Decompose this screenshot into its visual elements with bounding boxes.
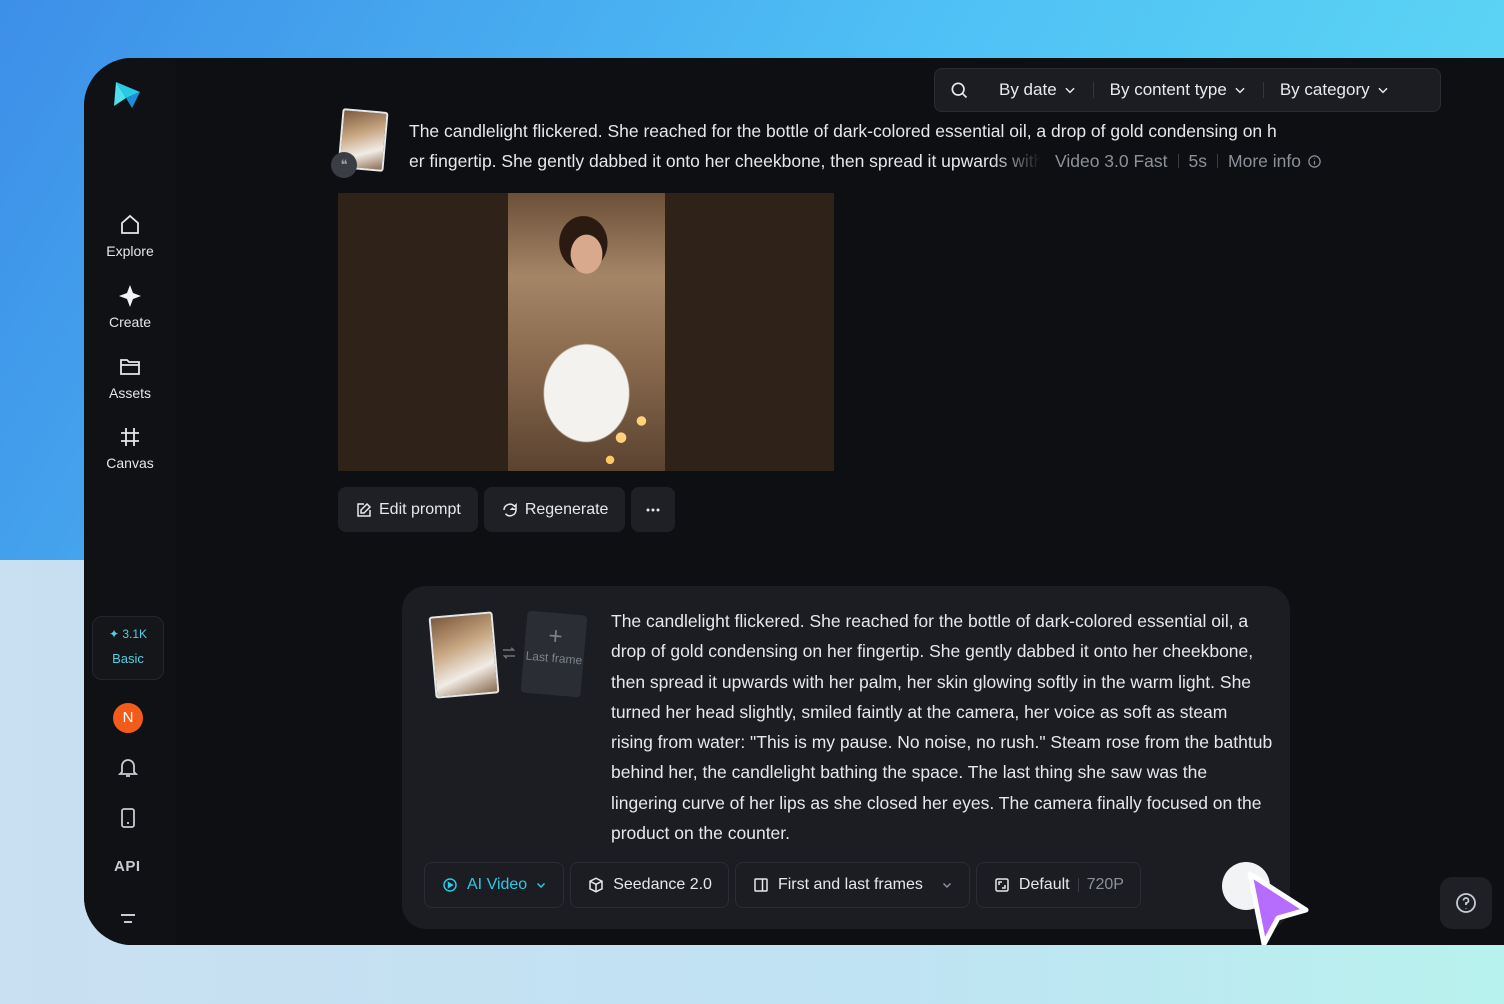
credits-badge[interactable]: ✦ 3.1K Basic <box>92 616 164 680</box>
regenerate-button[interactable]: Regenerate <box>483 487 626 532</box>
divider <box>1077 878 1079 892</box>
sidebar-item-assets[interactable]: Assets <box>84 355 176 401</box>
logo-icon[interactable] <box>110 76 146 112</box>
duration-label: 5s <box>1188 151 1208 171</box>
app-window: Explore Create Assets Canvas ✦ 3.1K Basi… <box>84 58 1504 945</box>
filter-by-content-type[interactable]: By content type <box>1094 68 1263 112</box>
mobile-icon[interactable] <box>116 806 140 830</box>
frames-mode-selector[interactable]: First and last frames <box>734 862 970 908</box>
credits-value: 3.1K <box>122 627 148 641</box>
avatar[interactable]: N <box>113 703 143 733</box>
ratio-label: Default <box>1018 876 1070 893</box>
prompt-line: er fingertip. She gently dabbed it onto … <box>409 151 1041 171</box>
more-icon <box>646 508 660 511</box>
menu-icon[interactable] <box>116 907 140 931</box>
quote-icon: ❝ <box>331 152 357 178</box>
filter-bar: By date By content type By category <box>934 68 1441 112</box>
sidebar-item-label: Canvas <box>106 455 154 471</box>
prompt-composer: + Last frame The candlelight flickered. … <box>402 586 1290 929</box>
more-info-label: More info <box>1228 151 1301 171</box>
info-icon <box>1308 154 1321 168</box>
chevron-down-icon <box>537 882 546 889</box>
generation-meta: Video 3.0 Fast 5s More info <box>1055 146 1322 176</box>
chevron-down-icon <box>1235 87 1245 94</box>
filter-label: By category <box>1279 80 1370 99</box>
canvas-icon <box>121 428 139 446</box>
sparkle-icon <box>119 285 141 307</box>
home-icon <box>121 214 139 234</box>
chevron-down-icon <box>1065 87 1075 94</box>
more-options-button[interactable] <box>631 487 676 532</box>
first-frame-thumbnail[interactable] <box>428 611 500 699</box>
edit-icon <box>357 502 372 517</box>
divider <box>1217 154 1219 168</box>
sidebar-item-canvas[interactable]: Canvas <box>84 425 176 471</box>
search-icon <box>951 82 968 99</box>
video-frame-image <box>508 193 665 471</box>
help-icon <box>1456 893 1476 913</box>
chevron-down-icon <box>1378 87 1388 94</box>
more-info-link[interactable]: More info <box>1228 146 1322 176</box>
frames-mode-label: First and last frames <box>777 876 923 893</box>
composer-toolbar: AI Video Seedance 2.0 First and last fra… <box>424 862 1141 908</box>
last-frame-upload[interactable]: + Last frame <box>520 610 588 698</box>
edit-prompt-button[interactable]: Edit prompt <box>338 487 478 532</box>
help-button[interactable] <box>1440 877 1492 929</box>
prompt-line: The candlelight flickered. She reached f… <box>409 121 1277 141</box>
sidebar-item-label: Assets <box>108 385 151 401</box>
plan-label: Basic <box>112 651 144 666</box>
generation-prompt: The candlelight flickered. She reached f… <box>409 116 1339 176</box>
model-label: Seedance 2.0 <box>613 876 712 893</box>
generated-video[interactable] <box>338 193 834 471</box>
resolution-label: 720P <box>1086 876 1124 893</box>
prompt-input[interactable]: The candlelight flickered. She reached f… <box>611 606 1273 848</box>
sidebar-item-explore[interactable]: Explore <box>84 213 176 259</box>
filter-label: By content type <box>1109 80 1227 99</box>
aspect-ratio-icon <box>995 878 1009 892</box>
sidebar-item-label: Create <box>108 314 152 330</box>
divider <box>1177 154 1179 168</box>
sidebar-item-create[interactable]: Create <box>84 284 176 330</box>
button-label: Regenerate <box>524 500 609 518</box>
video-mode-icon <box>443 878 457 892</box>
bell-icon[interactable] <box>116 755 140 779</box>
sidebar: Explore Create Assets Canvas ✦ 3.1K Basi… <box>84 58 176 945</box>
ratio-resolution-selector[interactable]: Default 720P <box>975 862 1141 908</box>
credit-sparkle-icon: ✦ <box>108 627 120 641</box>
filter-label: By date <box>999 80 1057 99</box>
refresh-icon <box>503 502 517 517</box>
mode-selector[interactable]: AI Video <box>424 862 565 908</box>
generation-actions: Edit prompt Regenerate <box>338 487 676 532</box>
swap-icon[interactable] <box>500 644 518 662</box>
filter-by-date[interactable]: By date <box>983 68 1093 112</box>
folder-icon <box>120 359 140 375</box>
cursor-pointer-icon <box>1247 871 1309 945</box>
cube-icon <box>589 877 603 893</box>
button-label: Edit prompt <box>379 500 461 518</box>
model-label: Video 3.0 Fast <box>1055 151 1168 171</box>
filter-by-category[interactable]: By category <box>1264 68 1406 112</box>
search-button[interactable] <box>935 68 983 112</box>
model-selector[interactable]: Seedance 2.0 <box>570 862 729 908</box>
frames-icon <box>754 878 768 892</box>
api-link[interactable]: API <box>114 858 141 875</box>
mode-label: AI Video <box>467 876 528 893</box>
sidebar-item-label: Explore <box>106 243 154 259</box>
chevron-down-icon <box>942 882 951 889</box>
